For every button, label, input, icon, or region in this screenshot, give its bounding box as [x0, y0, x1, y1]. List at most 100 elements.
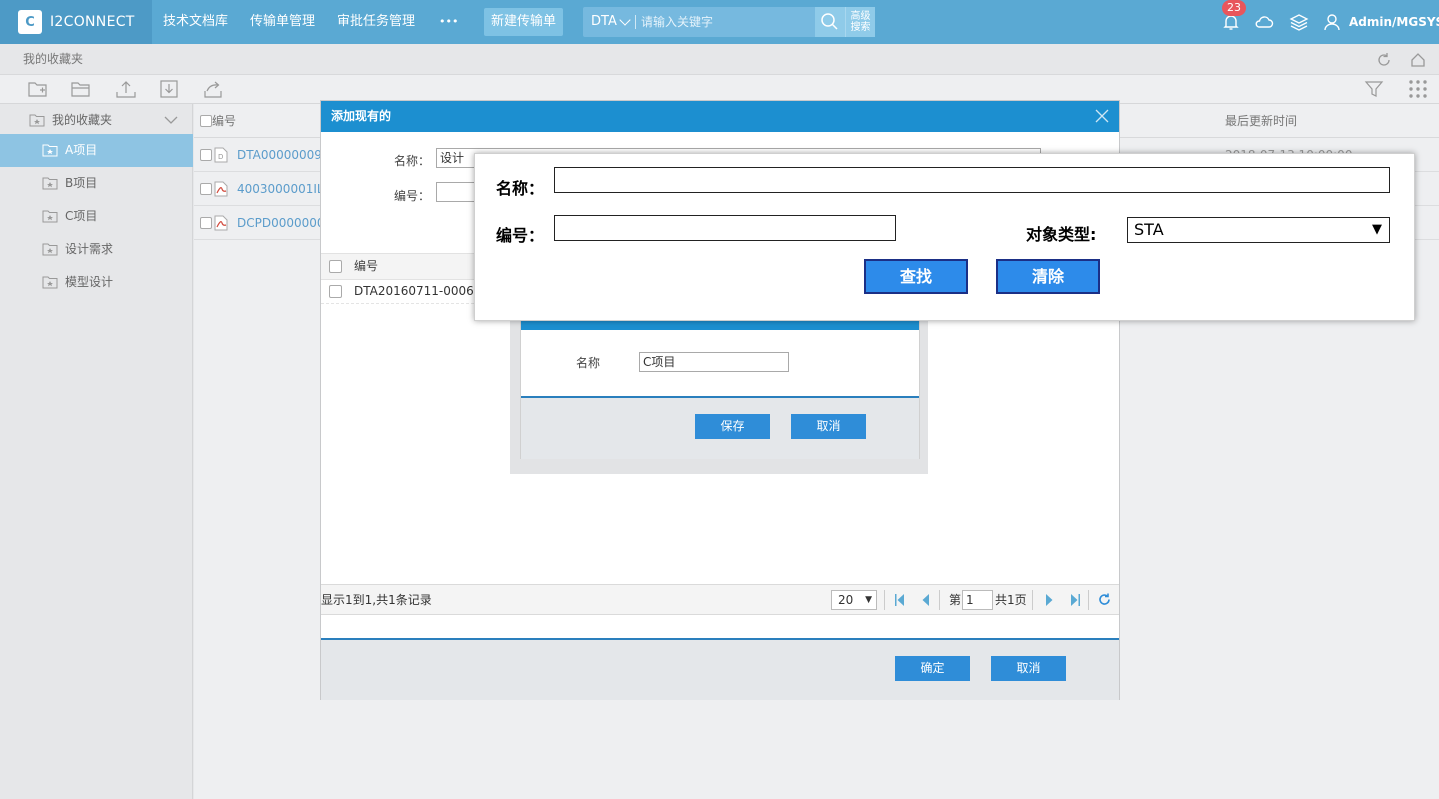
first-page-icon[interactable] — [895, 594, 905, 606]
caret-down-icon: ▼ — [865, 595, 872, 605]
col-updated-header[interactable]: 最后更新时间 — [1225, 104, 1297, 138]
pager-separator — [1088, 590, 1089, 610]
next-page-icon[interactable] — [1045, 594, 1053, 606]
dialog-name-label: 名称： — [394, 154, 431, 168]
pagination-bar: 显示1到1,共1条记录 20 ▼ 第 1 共1页 — [321, 584, 1119, 615]
confirm-button[interactable]: 确定 — [895, 656, 970, 681]
clear-button[interactable]: 清除 — [996, 259, 1100, 294]
cancel-button[interactable]: 取消 — [991, 656, 1066, 681]
sidebar-item-a-project[interactable]: A项目 — [0, 134, 193, 167]
row-number[interactable]: DTA000000094 — [237, 139, 330, 172]
document-icon: D — [214, 147, 228, 163]
sidebar-item-b-project[interactable]: B项目 — [0, 167, 193, 200]
search-type-select[interactable]: DTA — [591, 7, 617, 37]
new-folder-icon[interactable] — [27, 79, 49, 99]
chevron-down-icon[interactable] — [619, 14, 631, 26]
star-folder-icon — [42, 210, 58, 223]
cloud-icon[interactable] — [1254, 12, 1274, 32]
last-page-icon[interactable] — [1070, 594, 1080, 606]
user-name[interactable]: Admin/MGSYS — [1349, 0, 1439, 44]
download-icon[interactable] — [158, 79, 180, 99]
filter-icon[interactable] — [1363, 79, 1385, 99]
logo-mark: C — [18, 10, 42, 34]
zoom-number-input[interactable] — [554, 215, 896, 241]
row-number[interactable]: DCPD0000000 — [237, 207, 325, 240]
sidebar: 我的收藏夹 A项目 B项目 C项目 设计需求 模型设计 — [0, 104, 193, 799]
select-all-checkbox[interactable] — [200, 115, 212, 127]
nav-more-button[interactable]: ••• — [439, 0, 458, 44]
previous-page-icon[interactable] — [922, 594, 930, 606]
zoom-name-label: 名称： — [496, 179, 545, 198]
star-folder-icon — [42, 243, 58, 256]
close-icon[interactable] — [1095, 109, 1109, 123]
star-folder-icon — [42, 177, 58, 190]
dialog-title: 添加现有的 — [321, 101, 1119, 132]
nav-tech-docs[interactable]: 技术文档库 — [163, 0, 228, 44]
upload-icon[interactable] — [115, 79, 137, 99]
sidebar-item-label: B项目 — [65, 176, 98, 190]
sidebar-item-label: 模型设计 — [65, 275, 114, 289]
page-size-select[interactable]: 20 ▼ — [831, 590, 877, 610]
sidebar-item-c-project[interactable]: C项目 — [0, 200, 193, 233]
advanced-search-button[interactable]: 高级 搜索 — [845, 7, 875, 37]
object-type-select[interactable]: STA ▼ — [1127, 217, 1390, 243]
advanced-search-label-1: 高级 — [850, 11, 871, 22]
find-button[interactable]: 查找 — [864, 259, 968, 294]
zoomed-search-panel: 名称： 编号： 对象类型: STA ▼ 查找 清除 — [474, 153, 1415, 321]
dialog-number-label: 编号： — [394, 189, 431, 203]
refresh-icon[interactable] — [1098, 593, 1111, 606]
notification-badge[interactable]: 23 — [1222, 0, 1246, 16]
layers-icon[interactable] — [1289, 12, 1309, 32]
svg-text:D: D — [218, 153, 223, 161]
page-prefix: 第 — [949, 593, 962, 607]
inner-cancel-button[interactable]: 取消 — [791, 414, 866, 439]
user-icon[interactable] — [1322, 12, 1342, 32]
row-checkbox[interactable] — [200, 149, 212, 161]
pager-separator — [884, 590, 885, 610]
search-button[interactable] — [815, 7, 845, 37]
col-number-header[interactable]: 编号 — [212, 104, 236, 138]
top-navbar: C I2CONNECT 技术文档库 传输单管理 审批任务管理 ••• 新建传输单… — [0, 0, 1439, 44]
refresh-icon[interactable] — [1376, 52, 1392, 68]
caret-down-icon: ▼ — [1372, 222, 1382, 237]
nav-approval-tasks[interactable]: 审批任务管理 — [337, 0, 415, 44]
zoom-name-input[interactable] — [554, 167, 1390, 193]
search-input[interactable] — [641, 10, 811, 34]
sidebar-root-favorites[interactable]: 我的收藏夹 — [0, 104, 193, 137]
star-folder-icon — [42, 276, 58, 289]
sidebar-root-label: 我的收藏夹 — [52, 113, 113, 127]
row-checkbox[interactable] — [200, 183, 212, 195]
edit-folder-dialog: 名称 C项目 保存 取消 — [520, 318, 920, 459]
export-icon[interactable] — [202, 79, 224, 99]
row-number[interactable]: 4003000001IL9 — [237, 173, 331, 206]
logo-text: I2CONNECT — [50, 14, 135, 30]
row-checkbox[interactable] — [200, 217, 212, 229]
search-divider — [635, 15, 636, 29]
result-row-checkbox[interactable] — [329, 285, 342, 298]
search-icon — [821, 13, 838, 30]
sidebar-item-model-design[interactable]: 模型设计 — [0, 266, 193, 299]
result-row-number: DTA20160711-00063 — [354, 284, 482, 298]
zoom-type-label: 对象类型: — [1026, 225, 1097, 244]
save-button[interactable]: 保存 — [695, 414, 770, 439]
app-logo[interactable]: C I2CONNECT — [0, 0, 152, 44]
breadcrumb-bar: 我的收藏夹 — [0, 44, 1439, 75]
home-icon[interactable] — [1410, 52, 1426, 68]
inner-name-label: 名称 — [576, 356, 601, 370]
chevron-down-icon[interactable] — [164, 115, 178, 125]
result-select-all-checkbox[interactable] — [329, 260, 342, 273]
result-col-number: 编号 — [354, 259, 379, 273]
nav-transfer-manage[interactable]: 传输单管理 — [250, 0, 315, 44]
favorites-folder-icon — [29, 114, 45, 127]
sidebar-item-label: 设计需求 — [65, 242, 114, 256]
pager-separator — [939, 590, 940, 610]
sidebar-item-design-requirements[interactable]: 设计需求 — [0, 233, 193, 266]
page-number-input[interactable]: 1 — [962, 590, 993, 610]
object-type-value: STA — [1134, 220, 1164, 239]
grid-menu-icon[interactable] — [1407, 79, 1429, 99]
open-folder-icon[interactable] — [70, 79, 92, 99]
new-transfer-button[interactable]: 新建传输单 — [484, 8, 563, 36]
global-search: DTA 高级 搜索 — [583, 7, 875, 37]
inner-name-input[interactable]: C项目 — [639, 352, 789, 372]
pagination-summary: 显示1到1,共1条记录 — [321, 593, 432, 607]
